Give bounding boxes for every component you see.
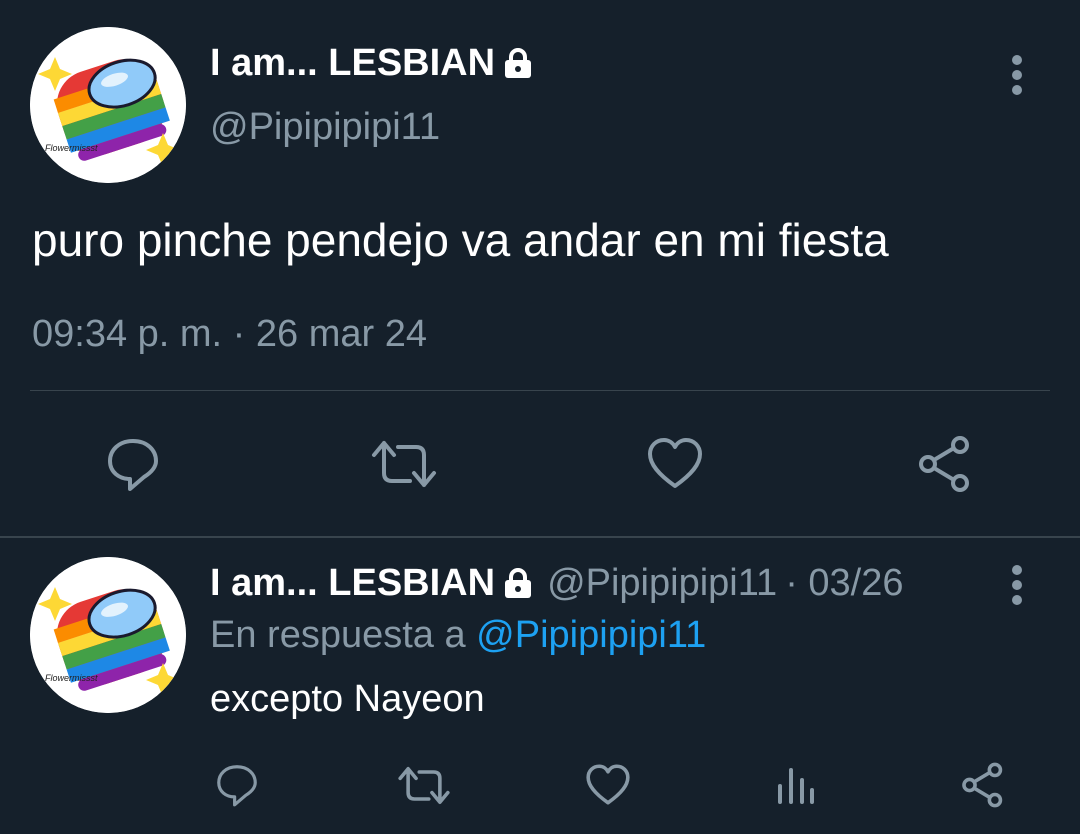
main-handle[interactable]: @Pipipipipi11 [210, 106, 440, 149]
reply-icon[interactable] [214, 762, 260, 808]
retweet-icon[interactable] [397, 764, 451, 807]
display-name-text: I am... LESBIAN [210, 561, 496, 604]
avatar-image [30, 27, 186, 183]
avatar-watermark: _Flowermissst [40, 143, 98, 153]
analytics-icon[interactable] [776, 764, 816, 806]
lock-icon [503, 567, 533, 599]
main-tweet-avatar[interactable]: _Flowermissst [30, 27, 186, 183]
more-vert-icon[interactable] [1004, 54, 1030, 96]
reply-to-mention[interactable]: @Pipipipipi11 [476, 614, 706, 656]
reply-tweet-text: excepto Nayeon [210, 678, 485, 720]
avatar-image [30, 557, 186, 713]
reply-handle[interactable]: @Pipipipipi11 [547, 562, 777, 605]
main-display-name[interactable]: I am... LESBIAN [210, 40, 533, 86]
reply-tweet-avatar[interactable]: _Flowermissst [30, 557, 186, 713]
share-icon[interactable] [916, 435, 974, 493]
main-divider [30, 390, 1050, 391]
like-icon[interactable] [646, 436, 704, 490]
main-tweet-text: puro pinche pendejo va andar en mi fiest… [32, 214, 889, 266]
main-timestamp[interactable]: 09:34 p. m. · 26 mar 24 [32, 313, 427, 356]
lock-icon [503, 47, 533, 79]
share-icon[interactable] [960, 762, 1006, 808]
reply-display-name[interactable]: I am... LESBIAN @Pipipipipi11 · 03/26 [210, 560, 904, 606]
reply-prefix: En respuesta a [210, 614, 466, 656]
like-icon[interactable] [585, 763, 631, 806]
display-name-text: I am... LESBIAN [210, 41, 496, 84]
avatar-watermark: _Flowermissst [40, 673, 98, 683]
reply-date[interactable]: · 03/26 [785, 562, 903, 605]
replying-to-line: En respuesta a @Pipipipipi11 [210, 614, 706, 657]
thread-divider [0, 536, 1080, 538]
more-vert-icon[interactable] [1004, 564, 1030, 606]
reply-icon[interactable] [104, 435, 162, 493]
retweet-icon[interactable] [370, 437, 438, 491]
